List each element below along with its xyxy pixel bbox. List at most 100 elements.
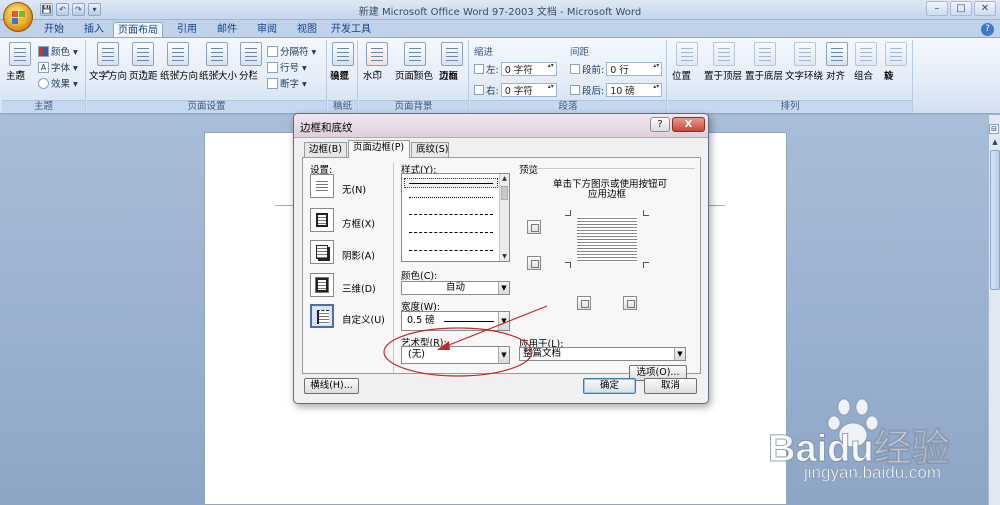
rotate-button[interactable]: 旋 转 [884,42,908,82]
setting-custom[interactable]: 自定义(U) [310,304,390,330]
group-arrange: 位置 置于顶层 置于底层 文字环绕 对齐 组合 旋 转 排列 [668,40,913,113]
right-border-button[interactable] [623,296,637,310]
setting-box[interactable]: 方框(X) [310,208,390,234]
tab-developer[interactable]: 开发工具 [330,22,372,38]
tab-page-layout[interactable]: 页面布局 [113,22,163,38]
send-to-back-label: 置于底层 [745,71,784,82]
group-objects-label: 组合 [854,71,874,82]
style-solid[interactable] [409,183,493,184]
rotate-icon [885,42,907,66]
style-dashed-long[interactable] [409,232,493,233]
indent-left-icon [474,64,484,74]
setting-none-icon [310,174,334,198]
text-direction-button[interactable]: 文字方向 ▾ [89,42,127,82]
group-arrange-label: 排列 [668,100,912,113]
indent-right: 右: 0 字符 [474,83,557,97]
art-value: (无) [408,349,425,360]
tab-home[interactable]: 开始 [38,22,70,38]
size-button[interactable]: 纸张大小 ▾ [199,42,237,82]
margins-button[interactable]: 页边距 ▾ [129,42,158,82]
scroll-thumb[interactable] [990,150,1000,290]
setting-shadow-icon [310,240,334,264]
width-value: 0.5 磅 [407,315,435,326]
style-dash-dot[interactable] [409,250,493,251]
preview-page[interactable] [565,210,649,268]
setting-none[interactable]: 无(N) [310,174,390,200]
indent-left-input[interactable]: 0 字符 [500,62,557,76]
tab-borders[interactable]: 边框(B) [304,142,347,157]
spacing-after-input[interactable]: 10 磅 [606,83,663,97]
help-icon[interactable]: ? [981,23,994,36]
dialog-close-button[interactable]: X [672,117,705,132]
scroll-up-icon[interactable]: ▲ [990,137,1000,147]
send-to-back-button[interactable]: 置于底层 [745,42,785,82]
page-borders-button[interactable]: 页面 边框 [439,42,465,82]
style-dashed-short[interactable] [409,214,493,215]
margins-icon [132,42,154,66]
bring-to-front-button[interactable]: 置于顶层 [704,42,744,82]
tab-mailings[interactable]: 邮件 [211,22,243,38]
close-button[interactable]: ✕ [974,1,996,16]
page-color-button[interactable]: 页面颜色 ▾ [395,42,435,82]
columns-button[interactable]: 分栏 ▾ [239,42,263,82]
apply-to-dropdown[interactable]: 整篇文档 ▼ [519,347,686,361]
themes-button[interactable]: 主题 ▾ [6,42,34,82]
orientation-button[interactable]: 纸张方向 ▾ [160,42,198,82]
view-ruler-icon[interactable]: ⊟ [989,124,999,134]
group-themes-label: 主题 [2,100,85,113]
style-list[interactable]: ▲ ▼ [401,173,510,262]
setting-shadow[interactable]: 阴影(A) [310,240,390,266]
theme-effects-button[interactable]: 效果 ▾ [38,76,78,90]
tab-review[interactable]: 审阅 [251,22,283,38]
style-dotted[interactable] [409,197,493,198]
group-objects-button[interactable]: 组合 [854,42,878,82]
color-label: 颜色(C): [401,271,438,282]
cancel-button[interactable]: 取消 [644,378,697,394]
style-list-scrollbar[interactable]: ▲ ▼ [499,174,509,261]
bottom-border-button[interactable] [527,256,541,270]
horizontal-line-button[interactable]: 横线(H)... [304,378,359,394]
watermark-button[interactable]: 水印 ▾ [363,42,391,82]
setting-box-icon [310,208,334,232]
width-dropdown[interactable]: 0.5 磅 ▼ [401,311,510,331]
spacing-after-icon [570,85,580,95]
text-direction-label: 文字方向 [89,71,128,82]
indent-left-label: 左: [486,65,499,76]
setting-3d[interactable]: 三维(D) [310,273,390,299]
themes-icon [9,42,31,66]
tab-view[interactable]: 视图 [291,22,323,38]
setting-custom-icon [310,304,334,328]
maximize-button[interactable]: □ [950,1,972,16]
page-color-label: 页面颜色 [395,71,434,82]
left-border-button[interactable] [577,296,591,310]
bring-to-front-icon [713,42,735,66]
spacing-before-input[interactable]: 0 行 [606,62,663,76]
hyphenation-button[interactable]: 断字 ▾ [267,76,307,90]
text-wrapping-button[interactable]: 文字环绕 [785,42,825,82]
align-button[interactable]: 对齐 [826,42,848,82]
ok-button[interactable]: 确定 [583,378,636,394]
tab-page-border[interactable]: 页面边框(P) [348,140,410,158]
spacing-before-label: 段前: [582,65,605,76]
page-borders-label-2: 边框 [439,71,459,82]
dialog-help-button[interactable]: ? [650,117,670,132]
tab-shading[interactable]: 底纹(S) [411,142,449,157]
color-dropdown[interactable]: 自动 ▼ [401,281,510,295]
art-dropdown[interactable]: (无) ▼ [401,346,510,364]
tab-insert[interactable]: 插入 [78,22,110,38]
breaks-button[interactable]: 分隔符 ▾ [267,44,316,58]
line-numbers-button[interactable]: 行号 ▾ [267,60,307,74]
minimize-button[interactable]: – [926,1,948,16]
line-numbers-icon [267,61,278,73]
tab-references[interactable]: 引用 [171,22,203,38]
theme-fonts-button[interactable]: A 字体 ▾ [38,60,78,74]
theme-colors-button[interactable]: 颜色 ▾ [38,44,78,58]
top-border-button[interactable] [527,220,541,234]
theme-colors-label: 颜色 ▾ [51,47,78,58]
office-button[interactable] [3,2,33,32]
position-button[interactable]: 位置 [672,42,702,82]
baidu-url-text: jingyan.baidu.com [804,463,942,483]
indent-right-input[interactable]: 0 字符 [500,83,557,97]
manuscript-settings-button[interactable]: 稿纸 设置 [330,42,356,82]
page-borders-icon [441,42,463,66]
